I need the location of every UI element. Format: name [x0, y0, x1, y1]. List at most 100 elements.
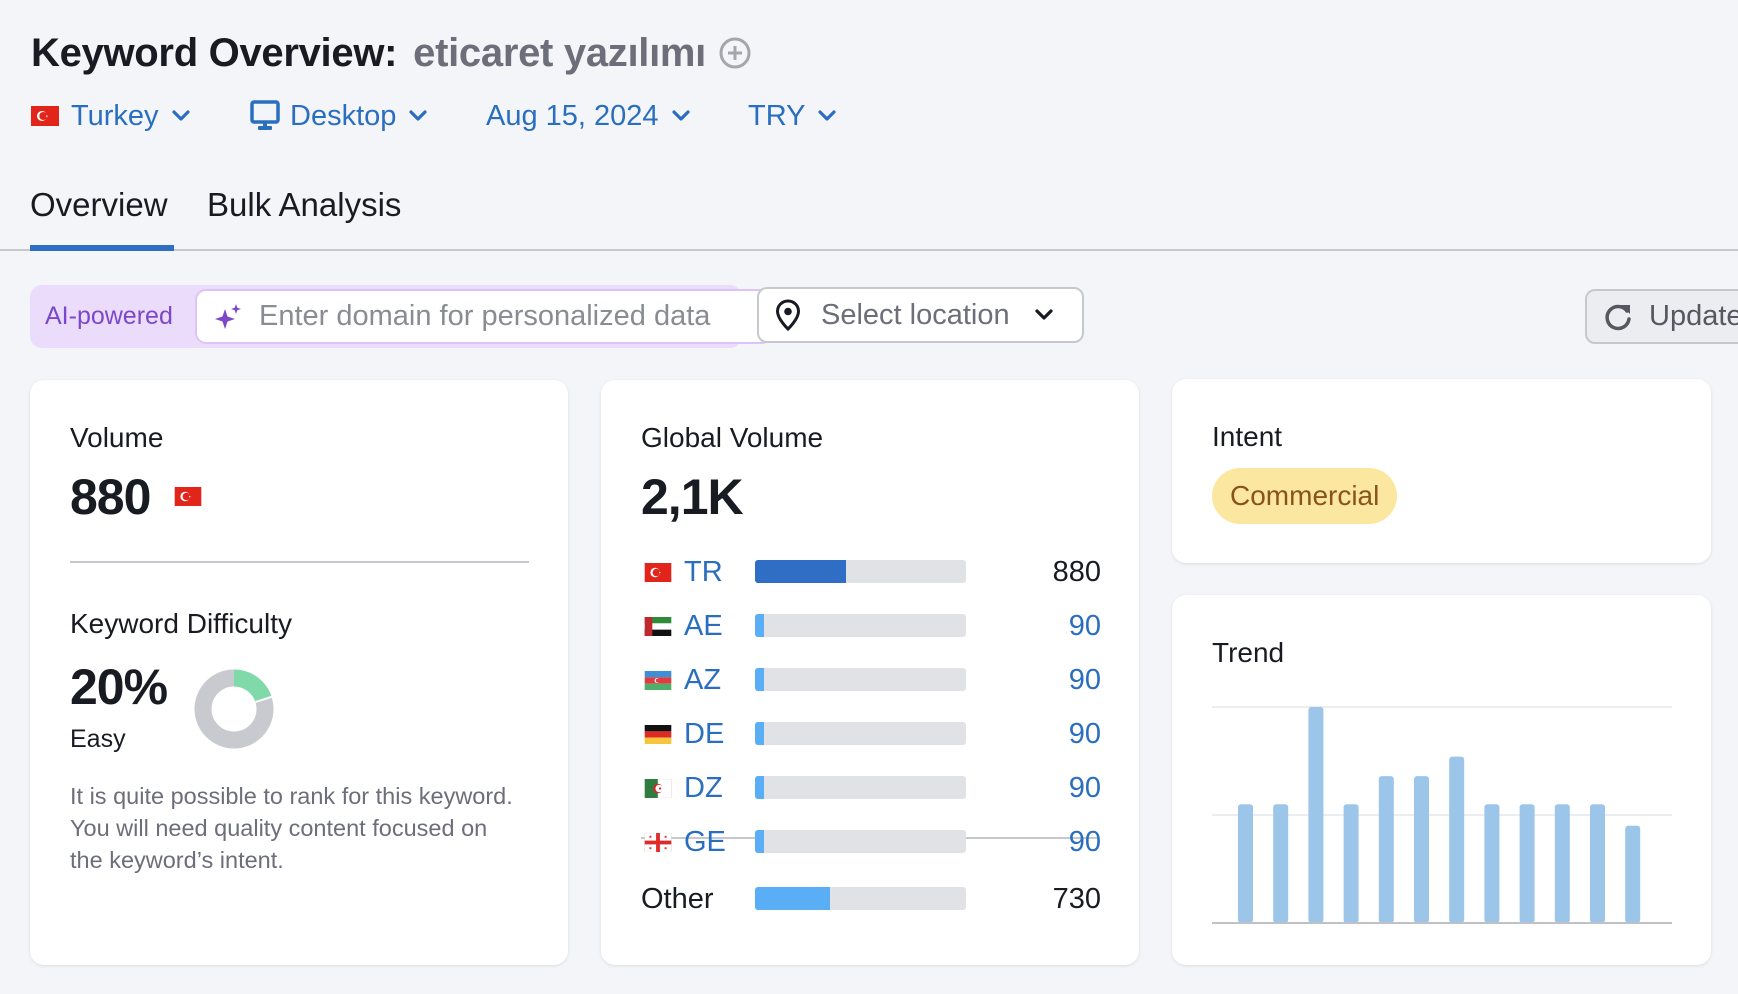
trend-bar[interactable] — [1625, 825, 1641, 923]
gv-bar-fill — [755, 722, 765, 745]
trend-bar[interactable] — [1273, 804, 1289, 923]
global-volume-card: Global Volume 2,1K Other 730 TR 880 AE 90 AZ… — [601, 380, 1139, 965]
gv-bar-track — [755, 722, 966, 745]
gv-bar-track — [755, 614, 966, 637]
kd-description: It is quite possible to rank for this ke… — [70, 783, 513, 873]
gv-row-ae: AE 90 — [641, 610, 1101, 643]
trend-bar[interactable] — [1449, 756, 1465, 923]
germany-flag-icon — [644, 725, 672, 744]
trend-bar[interactable] — [1484, 804, 1500, 923]
kd-donut-fill — [233, 669, 272, 703]
gv-row-de: DE 90 — [641, 718, 1101, 751]
trend-bar[interactable] — [1519, 804, 1535, 923]
gv-country-code[interactable]: DE — [684, 718, 724, 751]
gv-bar-fill — [755, 668, 765, 691]
gv-row-az: AZ 90 — [641, 664, 1101, 697]
domain-input-wrapper[interactable] — [195, 289, 772, 344]
turkey-flag-icon — [644, 563, 672, 582]
trend-bar[interactable] — [1378, 776, 1394, 923]
country-label: Turkey — [71, 99, 159, 132]
global-volume-value: 2,1K — [641, 469, 744, 525]
kd-label: Keyword Difficulty — [70, 608, 293, 639]
gv-row-dz: DZ 90 — [641, 772, 1101, 805]
tab-bar: Overview Bulk Analysis — [0, 186, 1738, 251]
trend-bar[interactable] — [1590, 804, 1605, 923]
algeria-flag-icon — [644, 779, 672, 798]
gv-bar-track — [755, 776, 966, 799]
turkey-flag-icon — [31, 106, 59, 126]
gv-country-code[interactable]: DZ — [684, 772, 723, 805]
trend-bar[interactable] — [1308, 707, 1324, 923]
update-button[interactable]: Update — [1585, 289, 1738, 344]
gv-country-value[interactable]: 90 — [1069, 826, 1101, 859]
filter-bar: Turkey Desktop Aug 15, 2024 TRY — [31, 96, 837, 136]
gv-country-code[interactable]: GE — [684, 826, 726, 859]
gv-bar-track — [755, 560, 966, 583]
gv-row-ge: GE 90 — [641, 826, 1101, 859]
gv-country-code[interactable]: AZ — [684, 664, 721, 697]
chevron-down-icon — [1035, 309, 1053, 320]
gv-country-value[interactable]: 90 — [1069, 610, 1101, 643]
ai-personalization-bar: AI-powered — [30, 285, 772, 348]
gv-bar-track — [755, 830, 966, 853]
trend-bar[interactable] — [1414, 776, 1429, 923]
date-dropdown[interactable]: Aug 15, 2024 — [486, 100, 748, 133]
divider — [70, 561, 529, 563]
trend-bar[interactable] — [1343, 804, 1359, 923]
kd-donut-chart — [194, 669, 274, 749]
volume-label: Volume — [70, 422, 164, 453]
turkey-flag-icon — [174, 487, 202, 506]
trend-label: Trend — [1212, 637, 1285, 668]
global-volume-label: Global Volume — [641, 422, 824, 453]
trend-bar[interactable] — [1554, 804, 1570, 923]
gv-country-value[interactable]: 90 — [1069, 664, 1101, 697]
location-pin-icon — [775, 299, 801, 331]
azerbaijan-flag-icon — [644, 671, 672, 690]
gv-other-value: 730 — [1052, 883, 1101, 915]
chevron-down-icon — [171, 110, 190, 121]
gv-row-tr: TR 880 — [641, 556, 1101, 589]
chevron-down-icon — [671, 110, 690, 121]
domain-input[interactable] — [259, 300, 749, 333]
gv-country-code[interactable]: AE — [684, 610, 723, 643]
page-header: Keyword Overview: eticaret yazılımı — [31, 28, 752, 78]
volume-value: 880 — [70, 469, 151, 525]
volume-card: Volume 880 Keyword Difficulty 20% Easy I… — [30, 380, 568, 965]
chevron-down-icon — [818, 110, 837, 121]
sparkle-icon — [215, 303, 241, 329]
device-dropdown[interactable]: Desktop — [250, 100, 486, 133]
kd-level: Easy — [70, 725, 126, 753]
trend-bar[interactable] — [1238, 804, 1253, 923]
gv-other-label: Other — [641, 883, 714, 915]
keyword-title: eticaret yazılımı — [413, 30, 706, 75]
desktop-icon — [250, 100, 280, 130]
page-title: Keyword Overview: — [31, 30, 398, 75]
gv-bar-track — [755, 668, 966, 691]
intent-badge[interactable]: Commercial — [1212, 468, 1398, 524]
trend-card: Trend — [1172, 595, 1711, 965]
trend-chart — [1212, 706, 1672, 924]
gv-bar-fill — [755, 560, 846, 583]
currency-label: TRY — [748, 99, 806, 132]
country-dropdown[interactable]: Turkey — [31, 100, 250, 133]
date-label: Aug 15, 2024 — [486, 99, 659, 132]
device-label: Desktop — [290, 99, 397, 132]
uae-flag-icon — [644, 617, 672, 636]
chevron-down-icon — [409, 110, 427, 121]
gv-row-other: Other 730 — [641, 883, 1101, 915]
location-placeholder: Select location — [821, 298, 1010, 331]
gv-bar-track — [755, 887, 966, 910]
gv-country-value[interactable]: 90 — [1069, 718, 1101, 751]
gv-country-value[interactable]: 90 — [1069, 772, 1101, 805]
tab-overview[interactable]: Overview — [30, 186, 174, 251]
gv-country-code[interactable]: TR — [684, 556, 723, 589]
gv-bar-fill — [755, 887, 831, 910]
gv-bar-fill — [755, 614, 765, 637]
location-select[interactable]: Select location — [757, 287, 1084, 343]
currency-dropdown[interactable]: TRY — [748, 100, 837, 133]
georgia-flag-icon — [644, 833, 672, 852]
gv-bar-fill — [755, 830, 765, 853]
update-label: Update — [1649, 300, 1738, 332]
plus-circle-icon[interactable] — [718, 36, 752, 70]
tab-bulk-analysis[interactable]: Bulk Analysis — [207, 186, 401, 249]
